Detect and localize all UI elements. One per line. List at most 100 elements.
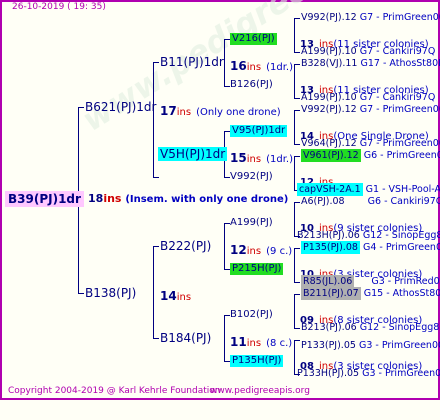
ins-gen2-3: 11ins (8 c.) (230, 333, 292, 349)
connector-line (294, 248, 295, 282)
connector-line (294, 98, 300, 99)
connector-line (153, 338, 159, 339)
queen-id: B211(PJ).07 (301, 287, 361, 300)
queen-gen4-8[interactable]: A6(PJ).08 G6 - Cankiri97Q (301, 197, 440, 207)
queen-id: V992(PJ).12 (301, 104, 357, 115)
queen-gen4-2[interactable]: B328(VJ).11 G17 - AthosSt80R (301, 59, 440, 69)
queen-id: A199(PJ).10 (301, 92, 357, 103)
connector-line (294, 248, 300, 249)
queen-info: G15 - AthosSt80R (363, 288, 440, 299)
ins-value: 14 (160, 289, 177, 303)
queen-id: P133(PJ).05 (301, 340, 356, 351)
queen-info: G6 - PrimGreen00 (363, 150, 440, 161)
queen-id: capVSH-2A.1 (297, 183, 363, 196)
queen-gen4-12[interactable]: B211(PJ).07 G15 - AthosSt80R (301, 287, 440, 300)
connector-line (294, 340, 300, 341)
ins-value: 16 (230, 59, 247, 73)
ins-label: ins (246, 338, 262, 349)
queen-gen1-mother[interactable]: B621(PJ)1dr (85, 101, 156, 113)
ins-label: ins (246, 246, 262, 257)
queen-id: B328(VJ).11 (301, 58, 358, 69)
queen-gen4-14[interactable]: P133(PJ).05 G3 - PrimGreen00 (301, 341, 440, 351)
connector-line (294, 328, 300, 329)
queen-info: G4 - PrimGreen00 (362, 242, 440, 253)
queen-gen4-11[interactable]: R85(JL).06 G3 - PrimRed01 (301, 275, 440, 288)
queen-gen4-6[interactable]: V961(PJ).12 G6 - PrimGreen00 (301, 149, 440, 162)
queen-gen1-father[interactable]: B138(PJ) (85, 287, 136, 299)
ins-label: ins (246, 154, 262, 165)
connector-line (294, 64, 295, 98)
queen-gen2-3[interactable]: B184(PJ) (160, 332, 211, 344)
queen-id: B213H(PJ).06 (297, 230, 360, 241)
queen-gen4-0[interactable]: V992(PJ).12 G7 - PrimGreen00 (301, 13, 440, 23)
queen-info: G3 - PrimRed01 (371, 276, 440, 287)
queen-info: G7 - PrimGreen00 (359, 104, 440, 115)
root-queen[interactable]: B39(PJ)1dr (5, 191, 84, 207)
ins-comment: (Insem. with only one drone) (125, 194, 289, 205)
queen-info: G17 - AthosSt80R (360, 58, 440, 69)
queen-gen2-2[interactable]: B222(PJ) (160, 240, 211, 252)
queen-gen3-4[interactable]: A199(PJ) (230, 218, 273, 228)
queen-id: P135(PJ).08 (301, 241, 360, 254)
queen-gen3-7[interactable]: P135H(PJ) (230, 355, 284, 367)
queen-info: G7 - PrimGreen00 (359, 12, 440, 23)
queen-id: A6(PJ).08 (301, 196, 345, 207)
ins-label: ins (246, 62, 262, 73)
connector-line (78, 293, 84, 294)
connector-line (294, 52, 300, 53)
queen-gen4-5[interactable]: V964(PJ).12 G7 - PrimGreen00 (301, 139, 440, 149)
queen-info: G1 - VSH-Pool-AR (365, 184, 440, 195)
queen-info: G3 - PrimGreen00 (358, 340, 440, 351)
ins-comment: (1dr.) (266, 62, 294, 73)
queen-gen4-1[interactable]: A199(PJ).10 G7 - Cankiri97Q (301, 47, 435, 57)
queen-gen3-6[interactable]: B102(PJ) (230, 310, 273, 320)
queen-gen4-10[interactable]: P135(PJ).08 G4 - PrimGreen00 (301, 241, 440, 254)
ins-comment: (1dr.) (266, 154, 294, 165)
queen-gen4-15[interactable]: P133H(PJ).05 G3 - PrimGreen00 (297, 369, 440, 379)
queen-info: G7 - Cankiri97Q (359, 46, 436, 57)
queen-id: A199(PJ).10 (301, 46, 357, 57)
connector-line (294, 110, 295, 144)
queen-gen4-3[interactable]: A199(PJ).10 G7 - Cankiri97Q (301, 93, 435, 103)
queen-info: G3 - PrimGreen00 (362, 368, 440, 379)
connector-line (224, 223, 225, 269)
ins-gen2-0: 16ins (1dr.) (230, 57, 293, 73)
ins-value: 18 (88, 192, 104, 205)
ins-comment: (9 c.) (266, 246, 293, 257)
queen-id: V992(PJ).12 (301, 12, 357, 23)
connector-line (294, 294, 300, 295)
ins-value: 17 (160, 104, 177, 118)
ins-gen1-father: 14ins (160, 287, 191, 303)
queen-id: B213(PJ).06 (301, 322, 357, 333)
queen-gen2-1[interactable]: V5H(PJ)1dr (158, 147, 228, 161)
queen-gen4-13[interactable]: B213(PJ).06 G12 - SinopEgg86R (301, 323, 440, 333)
queen-gen3-1[interactable]: B126(PJ) (230, 80, 273, 90)
queen-gen2-0[interactable]: B11(PJ)1dr (160, 56, 224, 68)
footer-copyright: Copyright 2004-2019 @ Karl Kehrle Founda… (8, 386, 221, 396)
connector-line (153, 177, 159, 178)
queen-gen4-9[interactable]: B213H(PJ).06 G12 - SinopEgg86R (297, 231, 440, 241)
queen-gen4-7[interactable]: capVSH-2A.1 G1 - VSH-Pool-AR (297, 183, 440, 196)
connector-line (294, 64, 300, 65)
connector-line (224, 39, 225, 86)
queen-gen3-0[interactable]: V216(PJ) (230, 33, 277, 45)
queen-gen4-4[interactable]: V992(PJ).12 G7 - PrimGreen00 (301, 105, 440, 115)
queen-gen3-2[interactable]: V95(PJ)1dr (230, 125, 288, 137)
connector-line (153, 246, 159, 247)
queen-gen3-3[interactable]: V992(PJ) (230, 172, 273, 182)
queen-info: G6 - Cankiri97Q (367, 196, 440, 207)
connector-line (294, 202, 300, 203)
connector-line (153, 62, 154, 177)
queen-info: G12 - SinopEgg86R (362, 230, 440, 241)
ins-gen2-2: 12ins (9 c.) (230, 241, 292, 257)
connector-line (294, 18, 295, 52)
connector-line (153, 62, 159, 63)
ins-gen2-1: 15ins (1dr.) (230, 149, 293, 165)
queen-id: V964(PJ).12 (301, 138, 357, 149)
connector-line (294, 18, 300, 19)
ins-label: ins (176, 292, 192, 303)
queen-info: G7 - PrimGreen00 (359, 138, 440, 149)
footer-site-link[interactable]: www.pedigreeapis.org (210, 387, 310, 396)
queen-gen3-5[interactable]: P215H(PJ) (230, 263, 284, 275)
root-inbreeding: 18ins (Insem. with only one drone) (88, 193, 288, 205)
